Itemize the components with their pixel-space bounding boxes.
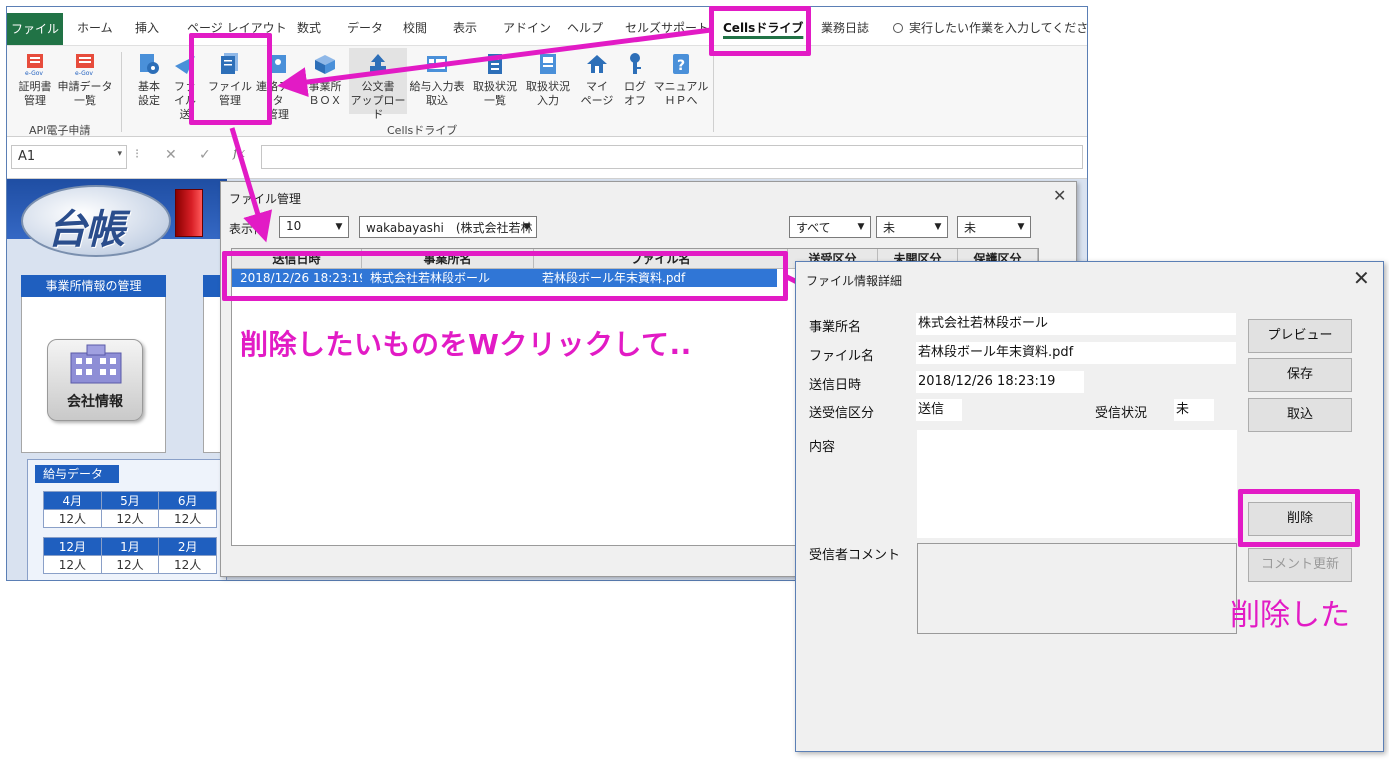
arrow-button-to-dialog <box>229 127 273 243</box>
label-content: 内容 <box>809 440 836 455</box>
import-button[interactable]: 取込 <box>1248 398 1352 432</box>
label-sent-at: 送信日時 <box>809 378 862 393</box>
field-sent-at: 2018/12/26 18:23:19 <box>916 371 1084 393</box>
dialog-title: ファイル情報詳細 <box>806 274 903 288</box>
recipient-comment-textarea[interactable] <box>917 543 1237 634</box>
highlight-delete-button-top <box>1238 489 1360 547</box>
label-receive-status: 受信状況 <box>1095 406 1148 421</box>
field-office: 株式会社若林段ボール <box>916 313 1236 335</box>
label-office: 事業所名 <box>809 320 862 335</box>
preview-button[interactable]: プレビュー <box>1248 319 1352 353</box>
field-receive-status: 未 <box>1174 399 1214 421</box>
close-icon[interactable]: ✕ <box>1353 266 1370 290</box>
content-textarea[interactable] <box>917 430 1237 538</box>
arrow-tab-to-button <box>277 27 712 97</box>
save-button[interactable]: 保存 <box>1248 358 1352 392</box>
label-recipient-comment: 受信者コメント <box>809 548 901 563</box>
instruction-deleted: 削除した <box>1230 598 1350 633</box>
label-direction: 送受信区分 <box>809 406 875 421</box>
field-direction: 送信 <box>916 399 962 421</box>
field-filename: 若林段ボール年末資料.pdf <box>916 342 1236 364</box>
update-comment-button[interactable]: コメント更新 <box>1248 548 1352 582</box>
label-filename: ファイル名 <box>809 349 875 364</box>
instruction-double-click: 削除したいものをWクリックして.. <box>240 328 692 361</box>
